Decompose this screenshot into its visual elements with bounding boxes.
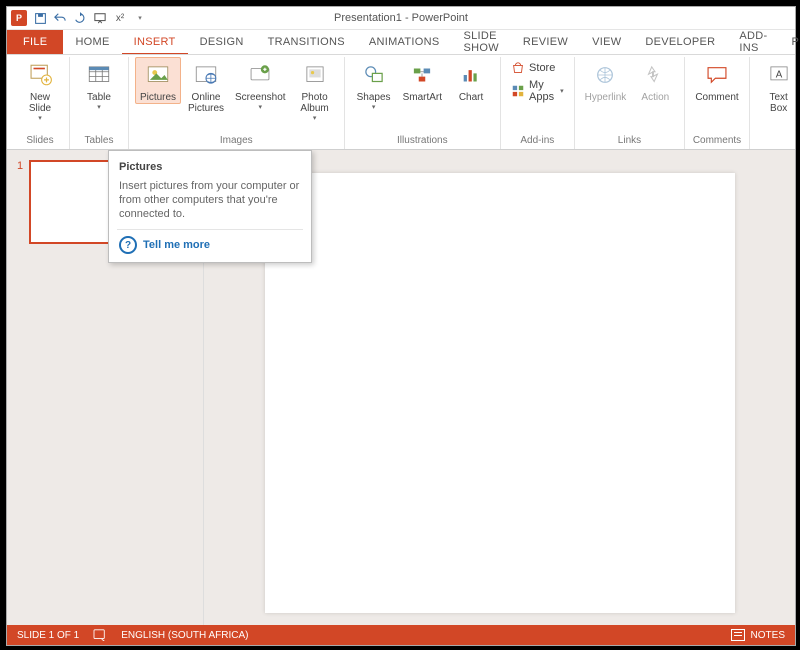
screenshot-icon xyxy=(245,60,275,90)
group-comments: Comment Comments xyxy=(685,57,749,149)
ribbon: New Slide ▾ Slides Table ▾ Tables Pictur xyxy=(7,54,795,150)
pictures-icon xyxy=(143,60,173,90)
screenshot-button[interactable]: Screenshot ▾ xyxy=(231,57,290,111)
slide-counter: SLIDE 1 OF 1 xyxy=(17,630,79,641)
group-text: A Text Box Header & Footer A WordArt ▾ T… xyxy=(750,57,800,149)
tab-file[interactable]: FILE xyxy=(7,30,63,54)
undo-icon[interactable] xyxy=(53,11,67,25)
shapes-icon xyxy=(359,60,389,90)
group-images: Pictures Online Pictures Screenshot ▾ Ph… xyxy=(129,57,345,149)
dropdown-arrow-icon: ▾ xyxy=(38,114,42,122)
store-icon xyxy=(511,61,525,75)
tell-me-more-link[interactable]: ? Tell me more xyxy=(119,236,301,254)
save-icon[interactable] xyxy=(33,11,47,25)
pictures-button[interactable]: Pictures xyxy=(135,57,181,104)
new-slide-button[interactable]: New Slide ▾ xyxy=(17,57,63,122)
new-slide-icon xyxy=(25,60,55,90)
dropdown-arrow-icon: ▾ xyxy=(372,103,376,111)
online-pictures-button[interactable]: Online Pictures xyxy=(183,57,229,114)
tab-slideshow[interactable]: SLIDE SHOW xyxy=(451,30,510,54)
text-box-icon: A xyxy=(764,60,794,90)
quick-access-toolbar: P x² ▾ xyxy=(7,10,147,26)
dropdown-arrow-icon: ▾ xyxy=(259,103,263,111)
application-window: P x² ▾ Presentation1 - PowerPoint FILE H… xyxy=(6,6,796,646)
tab-animations[interactable]: ANIMATIONS xyxy=(357,30,452,54)
notes-icon xyxy=(731,629,745,641)
photo-album-icon xyxy=(300,60,330,90)
smartart-icon xyxy=(407,60,437,90)
group-addins: Store My Apps ▾ Add-ins xyxy=(501,57,575,149)
qat-customize-icon[interactable]: ▾ xyxy=(133,11,147,25)
spellcheck-icon[interactable] xyxy=(93,629,107,641)
notes-button[interactable]: NOTES xyxy=(751,630,785,641)
redo-icon[interactable] xyxy=(73,11,87,25)
action-icon xyxy=(640,60,670,90)
app-icon: P xyxy=(11,10,27,26)
hyperlink-icon xyxy=(590,60,620,90)
help-icon: ? xyxy=(119,236,137,254)
tab-addins[interactable]: ADD-INS xyxy=(727,30,779,54)
group-tables: Table ▾ Tables xyxy=(70,57,129,149)
dropdown-arrow-icon: ▾ xyxy=(313,114,317,122)
tab-transitions[interactable]: TRANSITIONS xyxy=(256,30,357,54)
tooltip-body: Insert pictures from your computer or fr… xyxy=(119,179,301,221)
smartart-button[interactable]: SmartArt xyxy=(399,57,446,103)
group-links: Hyperlink Action Links xyxy=(575,57,686,149)
language-indicator[interactable]: ENGLISH (SOUTH AFRICA) xyxy=(121,630,248,641)
workspace: 1 Pictures Insert pictures from your com… xyxy=(7,150,795,625)
store-button[interactable]: Store xyxy=(507,60,568,76)
tab-home[interactable]: HOME xyxy=(63,30,121,54)
comment-button[interactable]: Comment xyxy=(691,57,742,103)
my-apps-button[interactable]: My Apps ▾ xyxy=(507,78,568,104)
tooltip-title: Pictures xyxy=(119,161,301,173)
tab-review[interactable]: REVIEW xyxy=(511,30,580,54)
apps-icon xyxy=(511,84,525,98)
tab-pdf[interactable]: PDF xyxy=(779,30,800,54)
text-box-button[interactable]: A Text Box xyxy=(756,57,800,114)
group-illustrations: Shapes ▾ SmartArt Chart Illustrations xyxy=(345,57,501,149)
status-bar: SLIDE 1 OF 1 ENGLISH (SOUTH AFRICA) NOTE… xyxy=(7,625,795,645)
table-button[interactable]: Table ▾ xyxy=(76,57,122,111)
tab-developer[interactable]: DEVELOPER xyxy=(633,30,727,54)
comment-icon xyxy=(702,60,732,90)
dropdown-arrow-icon: ▾ xyxy=(97,103,101,111)
tab-view[interactable]: VIEW xyxy=(580,30,633,54)
slide-canvas[interactable] xyxy=(265,173,735,613)
online-pictures-icon xyxy=(191,60,221,90)
slideshow-icon[interactable] xyxy=(93,11,107,25)
title-bar: P x² ▾ Presentation1 - PowerPoint xyxy=(7,7,795,30)
tab-design[interactable]: DESIGN xyxy=(188,30,256,54)
superscript-icon[interactable]: x² xyxy=(113,11,127,25)
chart-icon xyxy=(456,60,486,90)
action-button[interactable]: Action xyxy=(632,57,678,103)
ribbon-tabs: FILE HOME INSERT DESIGN TRANSITIONS ANIM… xyxy=(7,30,795,54)
group-slides: New Slide ▾ Slides xyxy=(11,57,70,149)
photo-album-button[interactable]: Photo Album ▾ xyxy=(292,57,338,122)
table-icon xyxy=(84,60,114,90)
chart-button[interactable]: Chart xyxy=(448,57,494,103)
svg-text:A: A xyxy=(775,69,782,80)
hyperlink-button[interactable]: Hyperlink xyxy=(581,57,631,103)
pictures-tooltip: Pictures Insert pictures from your compu… xyxy=(108,150,312,263)
thumbnail-number: 1 xyxy=(17,160,23,172)
tab-insert[interactable]: INSERT xyxy=(122,30,188,55)
shapes-button[interactable]: Shapes ▾ xyxy=(351,57,397,111)
dropdown-arrow-icon: ▾ xyxy=(560,87,564,95)
